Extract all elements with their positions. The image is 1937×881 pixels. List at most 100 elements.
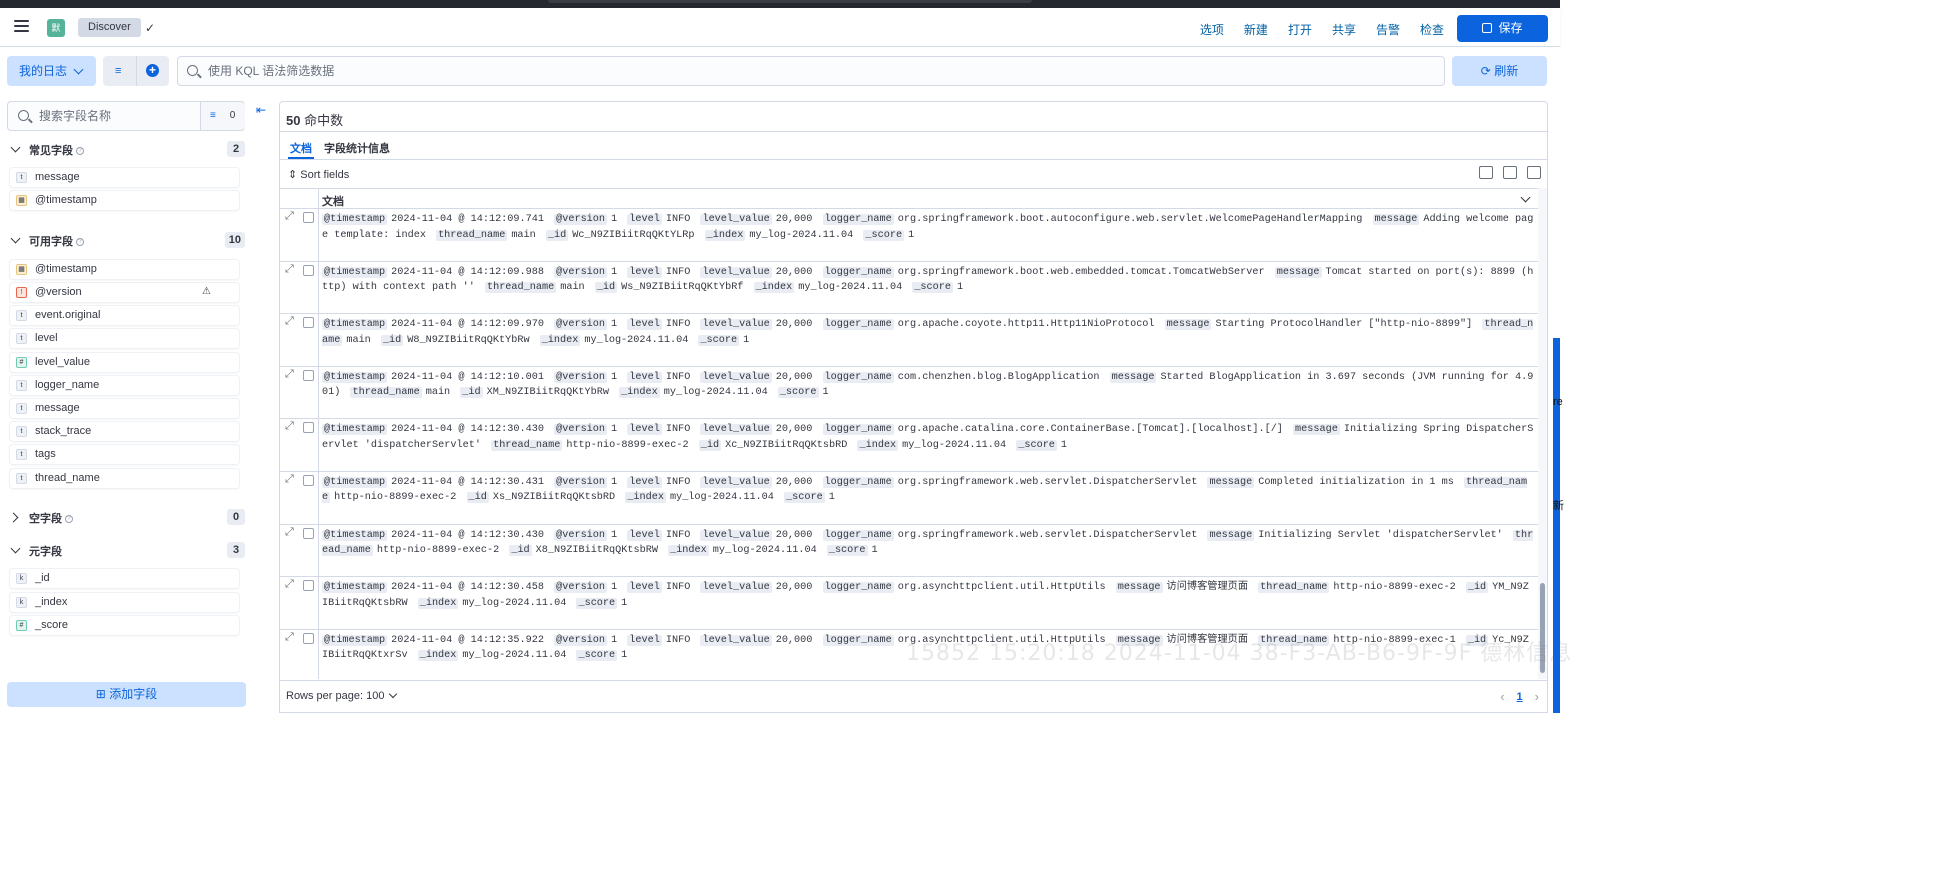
page-number[interactable]: 1 [1517, 691, 1523, 703]
next-page-icon[interactable]: › [1535, 689, 1539, 704]
table-row[interactable]: ⤢ @timestamp 2024-11-04 @ 14:12:09.970 @ve… [280, 314, 1538, 367]
expand-icon[interactable]: ⤢ [285, 315, 294, 328]
documents-panel: 50 命中数 文档 字段统计信息 ⇕ Sort fields 文档 ⤢ @time… [279, 101, 1548, 713]
filter-icon[interactable]: ≡ [115, 65, 121, 77]
field-level-value[interactable]: # level_value [10, 353, 239, 372]
table-row[interactable]: ⤢ @timestamp 2024-11-04 @ 14:12:30.458 @ve… [280, 577, 1538, 630]
save-button[interactable]: 保存 [1457, 15, 1548, 42]
row-checkbox[interactable] [303, 264, 314, 276]
field-value: 2024-11-04 @ 14:12:30.458 [391, 582, 544, 594]
field-thread-name[interactable]: t thread_name [10, 469, 239, 488]
field-logger-name[interactable]: t logger_name [10, 376, 239, 395]
field-key: _index [417, 597, 459, 609]
field-message[interactable]: t message [10, 399, 239, 418]
field-level[interactable]: t level [10, 329, 239, 348]
add-filter-icon[interactable]: + [146, 64, 159, 77]
field-value: Starting ProtocolHandler ["http-nio-8899… [1215, 319, 1473, 331]
field-value: 1 [871, 545, 878, 557]
add-field-button[interactable]: ⊞ 添加字段 [7, 682, 246, 707]
field-key: _score [777, 387, 819, 399]
refresh-button[interactable]: ⟳ 刷新 [1452, 56, 1547, 86]
field-score[interactable]: # _score [10, 616, 239, 635]
inspect-link[interactable]: 检查 [1420, 21, 1444, 38]
column-header-document[interactable]: 文档 [322, 193, 344, 209]
row-checkbox[interactable] [303, 632, 314, 644]
chevron-down-icon [10, 543, 21, 554]
document-summary: @timestamp 2024-11-04 @ 14:12:30.431 @ver… [322, 475, 1534, 506]
field-timestamp[interactable]: ▦ @timestamp [10, 260, 239, 279]
row-checkbox[interactable] [303, 422, 314, 434]
field-value: main [560, 282, 585, 294]
field-id[interactable]: k _id [10, 569, 239, 588]
field-event-original[interactable]: t event.original [10, 306, 239, 325]
warning-icon: ⚠ [202, 286, 211, 297]
open-link[interactable]: 打开 [1288, 21, 1312, 38]
field-version[interactable]: ! @version ⚠ [10, 283, 239, 302]
table-row[interactable]: ⤢ @timestamp 2024-11-04 @ 14:12:09.988 @ve… [280, 261, 1538, 315]
filter-group: ≡ + [103, 56, 169, 86]
field-value: INFO [665, 214, 691, 225]
menu-icon[interactable] [14, 20, 29, 32]
tab-field-statistics[interactable]: 字段统计信息 [324, 140, 390, 156]
data-view-label: 我的日志 [19, 64, 68, 78]
field-index[interactable]: k _index [10, 593, 239, 612]
field-key: logger_name [822, 582, 894, 594]
field-value: 1 [1060, 439, 1068, 451]
number-type-icon: # [16, 620, 27, 631]
field-value: 20,000 [775, 319, 813, 331]
expand-icon[interactable]: ⤢ [285, 578, 294, 591]
display-options-icon[interactable] [1503, 166, 1517, 179]
space-avatar[interactable]: 默 [47, 19, 65, 37]
kql-search-input[interactable] [208, 57, 1408, 85]
section-empty-fields[interactable]: 空字段? 0 [8, 509, 245, 525]
field-key: _score [863, 229, 905, 241]
row-checkbox[interactable] [303, 369, 314, 381]
collapse-sidebar-icon[interactable]: ⇤ [256, 103, 266, 117]
section-popular-fields[interactable]: 常见字段? 2 [10, 141, 245, 157]
field-filter-button[interactable]: ≡ 0 [200, 102, 245, 130]
field-key: level [627, 634, 662, 646]
expand-icon[interactable]: ⤢ [285, 368, 294, 381]
share-link[interactable]: 共享 [1332, 21, 1356, 38]
expand-icon[interactable]: ⤢ [285, 263, 294, 276]
section-available-fields[interactable]: 可用字段? 10 [10, 232, 245, 248]
table-row[interactable]: ⤢ @timestamp 2024-11-04 @ 14:12:30.430 @ve… [280, 524, 1538, 578]
alerts-link[interactable]: 告警 [1376, 21, 1400, 38]
field-value: INFO [665, 319, 691, 331]
document-summary: @timestamp 2024-11-04 @ 14:12:09.741 @ver… [322, 212, 1534, 243]
expand-icon[interactable]: ⤢ [285, 210, 294, 223]
fullscreen-icon[interactable] [1527, 166, 1541, 179]
table-row[interactable]: ⤢ @timestamp 2024-11-04 @ 14:12:10.001 @ve… [280, 366, 1538, 420]
field-stack-trace[interactable]: t stack_trace [10, 422, 239, 441]
section-meta-fields[interactable]: 元字段 3 [10, 542, 245, 558]
field-tags[interactable]: t tags [10, 445, 239, 464]
table-row[interactable]: ⤢ @timestamp 2024-11-04 @ 14:12:09.741 @ve… [280, 209, 1538, 262]
field-message[interactable]: t message [10, 168, 239, 187]
sort-fields-button[interactable]: ⇕ Sort fields [288, 168, 349, 181]
row-checkbox[interactable] [303, 474, 314, 486]
field-value: 20,000 [775, 582, 813, 594]
table-row[interactable]: ⤢ @timestamp 2024-11-04 @ 14:12:30.431 @ve… [280, 471, 1538, 525]
row-checkbox[interactable] [303, 527, 314, 539]
expand-icon[interactable]: ⤢ [285, 420, 294, 433]
row-checkbox[interactable] [303, 317, 314, 329]
field-timestamp[interactable]: ▦ @timestamp [10, 191, 239, 210]
chevron-down-icon[interactable] [1520, 192, 1531, 203]
expand-icon[interactable]: ⤢ [285, 631, 294, 644]
prev-page-icon[interactable]: ‹ [1500, 689, 1504, 704]
row-checkbox[interactable] [303, 212, 314, 223]
breadcrumb[interactable]: Discover [78, 18, 141, 37]
expand-icon[interactable]: ⤢ [285, 526, 294, 539]
keyboard-shortcuts-icon[interactable] [1479, 166, 1493, 179]
field-search-input[interactable] [39, 102, 199, 130]
table-row[interactable]: ⤢ @timestamp 2024-11-04 @ 14:12:30.430 @ve… [280, 419, 1538, 472]
options-link[interactable]: 选项 [1200, 21, 1224, 38]
help-icon: ? [76, 147, 84, 155]
row-checkbox[interactable] [303, 580, 314, 592]
rows-per-page-select[interactable]: Rows per page: 100 [286, 689, 398, 702]
data-view-picker[interactable]: 我的日志 [7, 56, 96, 86]
tab-documents[interactable]: 文档 [288, 140, 314, 159]
grid-scrollbar[interactable] [1538, 188, 1547, 679]
new-link[interactable]: 新建 [1244, 21, 1268, 38]
expand-icon[interactable]: ⤢ [285, 473, 294, 486]
